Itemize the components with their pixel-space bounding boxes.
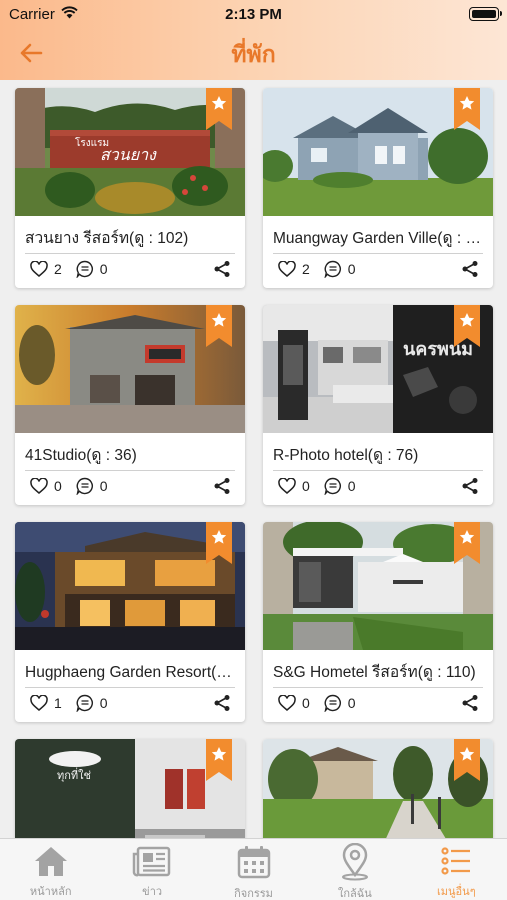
card-stats: 0 0 [30, 476, 122, 496]
comment-icon[interactable] [76, 260, 94, 278]
comment-count: 0 [347, 695, 356, 711]
page-title: ที่พัก [231, 41, 276, 67]
heart-icon[interactable] [278, 694, 296, 712]
comment-icon[interactable] [324, 694, 342, 712]
header: Carrier 2:13 PM ที่พัก [0, 0, 507, 80]
comment-icon[interactable] [76, 477, 94, 495]
like-count: 0 [302, 695, 310, 711]
favorite-star-icon[interactable] [206, 739, 232, 781]
card-divider [25, 687, 235, 688]
card-title: สวนยาง รีสอร์ท(ดู : 102) [25, 230, 189, 247]
favorite-star-icon[interactable] [454, 88, 480, 130]
tab-news-label: ข่าว [142, 886, 163, 898]
accommodation-card[interactable]: นครพนม R-Photo hotel(ดู : 76) 0 0 [263, 305, 493, 505]
favorite-star-icon[interactable] [454, 305, 480, 347]
svg-text:ทุกที่ใช่: ทุกที่ใช่ [57, 767, 91, 782]
heart-icon[interactable] [278, 477, 296, 495]
accommodation-card[interactable]: 41Studio(ดู : 36) 0 0 [15, 305, 245, 505]
comment-count: 0 [347, 478, 356, 494]
tab-news[interactable]: ข่าว [101, 839, 202, 900]
card-grid: โรงแรม สวนยาง สวนยาง รีสอร์ท(ดู : 102) 2 … [15, 88, 493, 838]
svg-text:สวนยาง: สวนยาง [100, 145, 157, 164]
favorite-star-icon[interactable] [454, 522, 480, 564]
comment-count: 0 [99, 695, 108, 711]
tab-home-label: หน้าหลัก [29, 886, 72, 898]
comment-count: 0 [99, 478, 108, 494]
comment-icon[interactable] [324, 477, 342, 495]
battery-icon [469, 7, 502, 21]
accommodation-card[interactable]: โรงแรม สวนยาง สวนยาง รีสอร์ท(ดู : 102) 2 … [15, 88, 245, 288]
share-icon[interactable] [213, 477, 231, 495]
comment-icon[interactable] [324, 260, 342, 278]
share-icon[interactable] [461, 260, 479, 278]
card-divider [25, 470, 235, 471]
share-icon[interactable] [461, 477, 479, 495]
favorite-star-icon[interactable] [206, 305, 232, 347]
share-icon[interactable] [461, 694, 479, 712]
navigation-bar: ที่พัก [0, 28, 507, 80]
home-icon [34, 847, 67, 876]
tab-more-menu[interactable]: เมนูอื่นๆ [406, 839, 507, 900]
tab-home[interactable]: หน้าหลัก [0, 839, 101, 900]
comment-count: 0 [99, 261, 108, 277]
card-divider [273, 470, 483, 471]
status-time: 2:13 PM [225, 6, 282, 23]
card-title: 41Studio(ดู : 36) [25, 447, 137, 464]
card-stats: 1 0 [30, 693, 122, 713]
card-title: Muangway Garden Ville(ดู : 55) [273, 230, 483, 247]
newspaper-icon [132, 846, 171, 877]
favorite-star-icon[interactable] [454, 739, 480, 781]
favorite-star-icon[interactable] [206, 88, 232, 130]
favorite-star-icon[interactable] [206, 522, 232, 564]
like-count: 2 [54, 261, 62, 277]
tab-more-menu-label: เมนูอื่นๆ [437, 886, 476, 898]
card-stats: 2 0 [30, 259, 122, 279]
accommodation-card[interactable]: S&G Hometel รีสอร์ท(ดู : 110) 0 0 [263, 522, 493, 722]
accommodation-card[interactable]: Hugphaeng Garden Resort(ดู : 40) 1 0 [15, 522, 245, 722]
like-count: 0 [54, 478, 62, 494]
card-title: R-Photo hotel(ดู : 76) [273, 447, 419, 464]
tab-activities[interactable]: กิจกรรม [203, 839, 304, 900]
like-count: 0 [302, 478, 310, 494]
card-divider [273, 687, 483, 688]
calendar-icon [237, 846, 270, 879]
heart-icon[interactable] [30, 260, 48, 278]
card-divider [25, 253, 235, 254]
card-divider [273, 253, 483, 254]
tab-activities-label: กิจกรรม [234, 888, 273, 900]
tab-nearby-label: ใกล้ฉัน [338, 888, 372, 900]
accommodation-card[interactable]: ทุกที่ใช่ [15, 739, 245, 838]
comment-icon[interactable] [76, 694, 94, 712]
card-title: Hugphaeng Garden Resort(ดู : 40) [25, 664, 235, 681]
accommodation-card[interactable] [263, 739, 493, 838]
tab-nearby[interactable]: ใกล้ฉัน [304, 839, 405, 900]
comment-count: 0 [347, 261, 356, 277]
like-count: 2 [302, 261, 310, 277]
tab-bar: หน้าหลัก ข่าว กิจกรรม ใกล้ฉัน เมนูอื่นๆ [0, 838, 507, 900]
card-stats: 2 0 [278, 259, 370, 279]
card-title: S&G Hometel รีสอร์ท(ดู : 110) [273, 664, 476, 681]
list-menu-icon [441, 847, 471, 875]
map-pin-icon [341, 843, 368, 881]
status-bar: Carrier 2:13 PM [0, 0, 507, 28]
card-stats: 0 0 [278, 693, 370, 713]
heart-icon[interactable] [30, 477, 48, 495]
like-count: 1 [54, 695, 62, 711]
accommodation-list[interactable]: โรงแรม สวนยาง สวนยาง รีสอร์ท(ดู : 102) 2 … [0, 80, 507, 838]
heart-icon[interactable] [30, 694, 48, 712]
share-icon[interactable] [213, 260, 231, 278]
card-stats: 0 0 [278, 476, 370, 496]
accommodation-card[interactable]: Muangway Garden Ville(ดู : 55) 2 0 [263, 88, 493, 288]
share-icon[interactable] [213, 694, 231, 712]
heart-icon[interactable] [278, 260, 296, 278]
